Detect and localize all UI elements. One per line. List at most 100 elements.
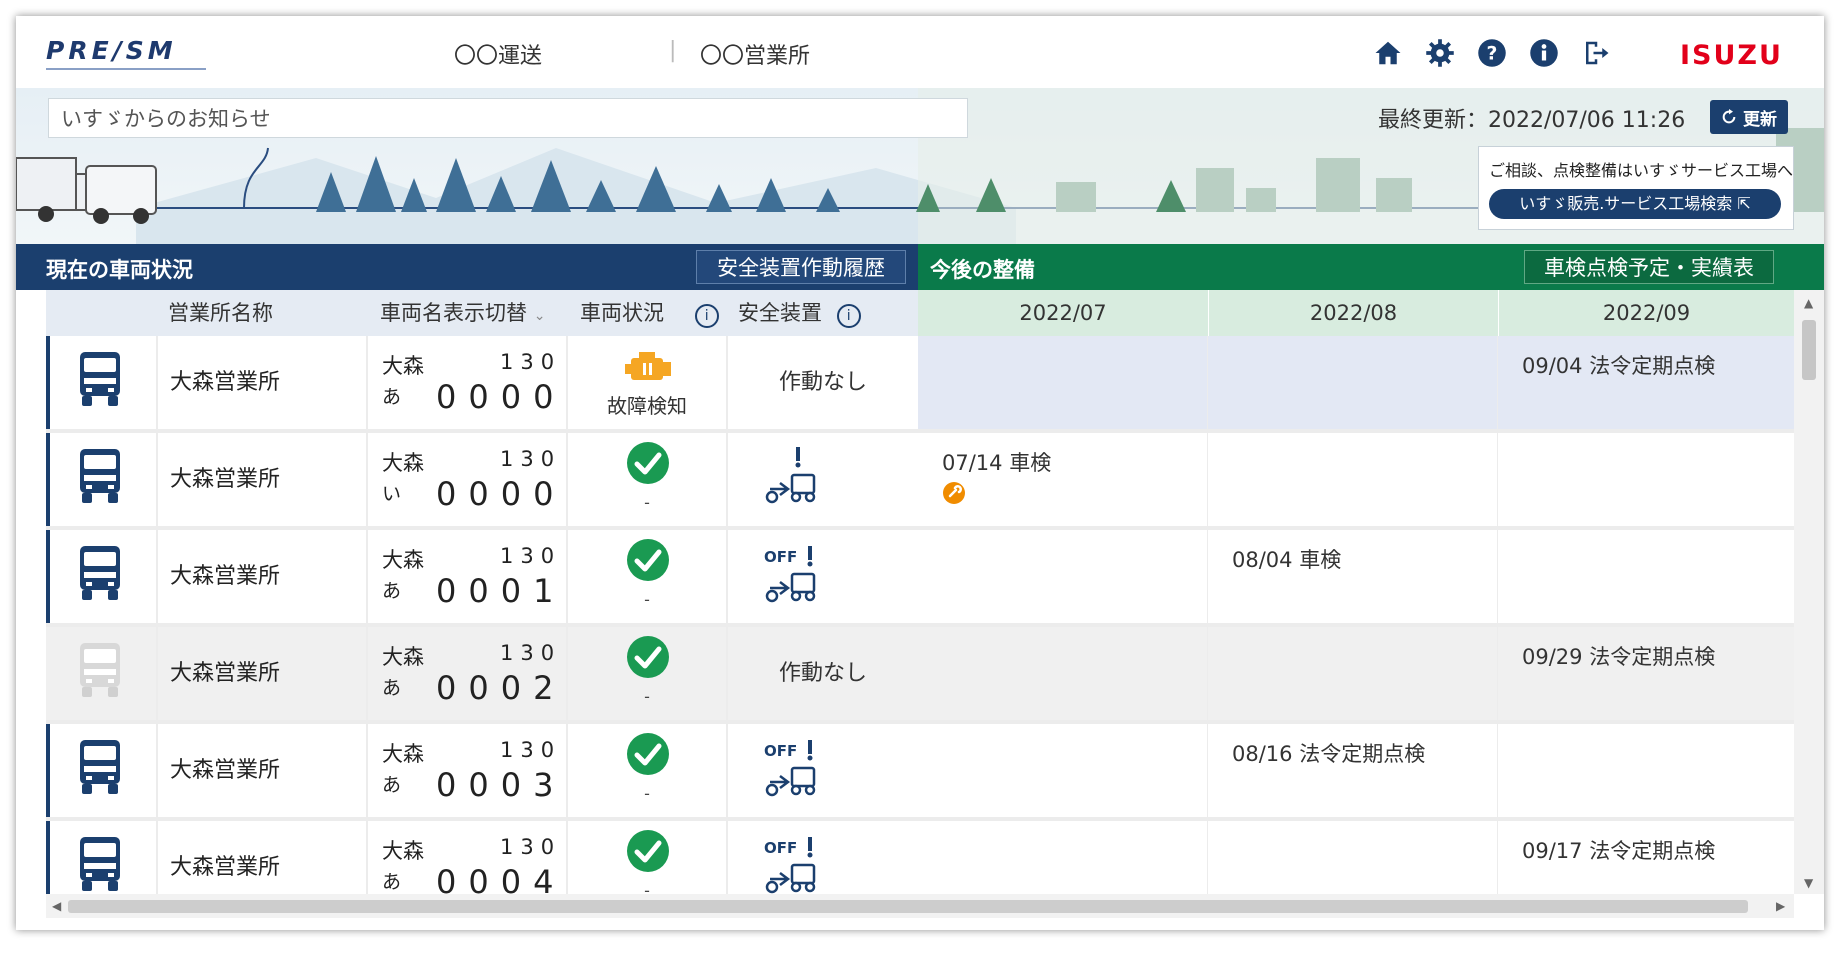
vehicle-status-cell: 故障検知 [568, 336, 726, 429]
info-icon[interactable] [1527, 36, 1561, 70]
refresh-label: 更新 [1743, 109, 1777, 130]
dealer-note: ご相談、点検整備はいすゞサービス工場へ [1489, 161, 1794, 180]
safety-info-icon[interactable]: i [836, 304, 861, 328]
maintenance-entry[interactable]: 07/14 車検 [942, 447, 1051, 477]
license-plate: 大森 130 あ 0000 [368, 336, 566, 429]
license-plate: 大森 130 い 0000 [368, 433, 566, 526]
header-separator: | [669, 38, 677, 63]
month-cell-2022-08 [1208, 627, 1497, 720]
month-cell-2022-09 [1498, 530, 1794, 623]
maintenance-entry[interactable]: 09/04 法令定期点検 [1522, 350, 1715, 380]
dealer-search-button[interactable]: いすゞ販売.サービス工場検索 ⇱ [1489, 189, 1781, 219]
vehicle-icon-cell [46, 724, 156, 817]
plate-class: 130 [500, 350, 562, 374]
license-plate: 大森 130 あ 0004 [368, 821, 566, 894]
month-cell-2022-07: 07/14 車検 [918, 433, 1207, 526]
header-month-2: 2022/08 [1208, 290, 1498, 336]
plate-number: 0001 [436, 572, 566, 610]
safety-device-cell: OFF [728, 821, 918, 894]
plate-class: 130 [500, 447, 562, 471]
truck-icon [76, 447, 124, 509]
table-row[interactable]: 大森営業所 大森 130 あ 0004 - OFF 09/17 法令定期点検 [46, 821, 1794, 894]
scroll-up-icon[interactable]: ▲ [1804, 296, 1813, 310]
status-info-icon[interactable]: i [694, 304, 719, 328]
collision-alert-icon [762, 445, 822, 511]
office-cell: 大森営業所 [158, 724, 366, 817]
status-dash: - [644, 590, 650, 609]
maintenance-entry[interactable]: 08/16 法令定期点検 [1232, 738, 1425, 768]
plate-kana: い [382, 483, 402, 505]
safety-off-icon: OFF [762, 835, 822, 894]
office-cell: 大森営業所 [158, 433, 366, 526]
row-indicator [46, 336, 50, 429]
safety-off-icon: OFF [762, 738, 822, 804]
vehicle-icon-cell [46, 433, 156, 526]
office-name-text: 大森営業所 [170, 564, 281, 589]
logout-icon[interactable] [1579, 36, 1613, 70]
plate-class: 130 [500, 738, 562, 762]
external-link-icon: ⇱ [1737, 194, 1751, 213]
company-name: 〇〇運送 [454, 44, 543, 69]
svg-text:?: ? [1487, 43, 1498, 64]
office-name-text: 大森営業所 [170, 855, 281, 880]
office-cell: 大森営業所 [158, 821, 366, 894]
inspection-schedule-button[interactable]: 車検点検予定・実績表 [1524, 250, 1774, 284]
scroll-down-icon[interactable]: ▼ [1804, 876, 1813, 890]
header-safety: 安全装置 i [728, 290, 918, 336]
vertical-scrollbar[interactable]: ▲ ▼ [1794, 290, 1824, 894]
table-row[interactable]: 大森営業所 大森 130 い 0000 - 07/14 車検 [46, 433, 1794, 526]
notice-bar[interactable]: いすゞからのお知らせ [48, 98, 968, 138]
plate-area: 大森 [382, 645, 424, 669]
horizontal-scroll-thumb[interactable] [68, 900, 1748, 913]
month-cell-2022-09: 09/17 法令定期点検 [1498, 821, 1794, 894]
plate-kana: あ [382, 386, 402, 408]
horizontal-scrollbar[interactable]: ◀ ▶ [46, 894, 1794, 918]
plate-area: 大森 [382, 451, 424, 475]
maintenance-title: 今後の整備 [930, 258, 1035, 282]
banner: いすゞからのお知らせ 最終更新：2022/07/06 11:26 更新 ご相談、… [16, 88, 1824, 244]
month-cell-2022-08: 08/04 車検 [1208, 530, 1497, 623]
office-cell: 大森営業所 [158, 336, 366, 429]
vehicle-toggle-label: 車両名表示切替 [380, 301, 527, 325]
safety-device-cell: OFF [728, 724, 918, 817]
status-dash: - [644, 493, 650, 512]
office-name-text: 大森営業所 [170, 661, 281, 686]
refresh-button[interactable]: 更新 [1710, 100, 1788, 134]
header-status: 車両状況 i [568, 290, 728, 336]
month-cell-2022-09 [1498, 433, 1794, 526]
scroll-right-icon[interactable]: ▶ [1776, 899, 1785, 913]
status-ok-icon [626, 538, 670, 586]
plate-area: 大森 [382, 548, 424, 572]
svg-text:OFF: OFF [764, 742, 797, 760]
office-name-text: 大森営業所 [170, 758, 281, 783]
vehicle-icon-cell [46, 336, 156, 429]
home-icon[interactable] [1371, 36, 1405, 70]
vertical-scroll-thumb[interactable] [1802, 320, 1816, 380]
status-dash: - [644, 784, 650, 803]
gear-icon[interactable] [1423, 36, 1457, 70]
maintenance-entry[interactable]: 09/17 法令定期点検 [1522, 835, 1715, 865]
app-window: PRE/SM 〇〇運送 | 〇〇営業所 ? ISUZU いすゞからのお知らせ 最… [16, 16, 1824, 930]
scroll-left-icon[interactable]: ◀ [52, 899, 61, 913]
safety-history-button[interactable]: 安全装置作動履歴 [696, 250, 906, 284]
table-row[interactable]: 大森営業所 大森 130 あ 0001 - OFF 08/04 車検 [46, 530, 1794, 623]
row-indicator [46, 433, 50, 526]
safety-label: 安全装置 [738, 301, 822, 325]
plate-area: 大森 [382, 839, 424, 863]
month-cell-2022-09: 09/04 法令定期点検 [1498, 336, 1794, 429]
plate-kana: あ [382, 774, 402, 796]
maintenance-entry[interactable]: 09/29 法令定期点検 [1522, 641, 1715, 671]
safety-device-cell [728, 433, 918, 526]
plate-kana: あ [382, 580, 402, 602]
header-vehicle-toggle[interactable]: 車両名表示切替 ⌄ [368, 290, 568, 336]
maintenance-entry[interactable]: 08/04 車検 [1232, 544, 1341, 574]
table-row[interactable]: 大森営業所 大森 130 あ 0000 故障検知 作動なし 09/04 法令定期… [46, 336, 1794, 429]
wrench-badge-icon [942, 481, 966, 509]
license-plate: 大森 130 あ 0001 [368, 530, 566, 623]
help-icon[interactable]: ? [1475, 36, 1509, 70]
safety-device-cell: OFF [728, 530, 918, 623]
status-dash: - [644, 687, 650, 706]
table-row[interactable]: 大森営業所 大森 130 あ 0002 - 作動なし 09/29 法令定期点検 [46, 627, 1794, 720]
month-cell-2022-07 [918, 724, 1207, 817]
table-row[interactable]: 大森営業所 大森 130 あ 0003 - OFF 08/16 法令定期点検 [46, 724, 1794, 817]
